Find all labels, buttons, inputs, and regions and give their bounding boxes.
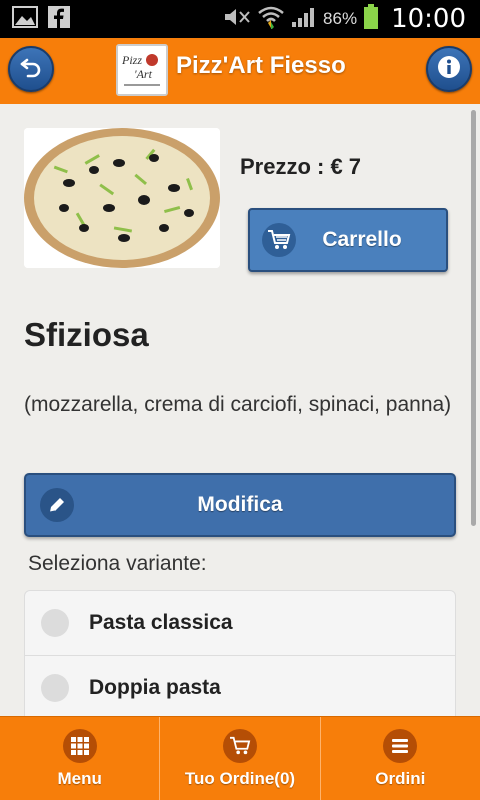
variant-heading: Seleziona variante: (28, 552, 207, 575)
cart-button-label: Carrello (322, 228, 402, 251)
pencil-icon (40, 488, 74, 522)
signal-icon (291, 6, 317, 33)
nav-menu-label: Menu (57, 768, 102, 788)
radio-button[interactable] (41, 674, 69, 702)
list-icon (383, 728, 418, 763)
ingredients-text: (mozzarella, crema di carciofi, spinaci,… (24, 393, 452, 416)
info-button[interactable] (426, 46, 472, 92)
battery-percent: 86% (323, 9, 358, 28)
nav-your-order-label: Tuo Ordine(0) (184, 768, 296, 788)
info-icon (437, 55, 461, 84)
modify-button-label: Modifica (197, 493, 283, 516)
status-bar: 86% 10:00 (0, 0, 480, 38)
grid-icon (62, 728, 97, 763)
facebook-notification-icon (48, 5, 70, 33)
cart-icon (222, 728, 257, 763)
radio-button[interactable] (41, 609, 69, 637)
nav-orders-label: Ordini (375, 768, 426, 788)
clock: 10:00 (391, 4, 466, 34)
app-title: Pizz'Art Fiesso (176, 52, 346, 79)
price-label: Prezzo : € 7 (240, 154, 362, 179)
variant-option-label: Pasta classica (89, 611, 233, 634)
nav-your-order[interactable]: Tuo Ordine(0) (160, 717, 321, 800)
pizza-image (24, 128, 220, 268)
bottom-navigation: Menu Tuo Ordine(0) Ordini (0, 716, 480, 800)
svg-text:'Art: 'Art (134, 67, 153, 81)
battery-icon (363, 3, 379, 35)
variant-list: Pasta classica Doppia pasta (24, 590, 456, 716)
cart-icon (262, 223, 296, 257)
nav-orders[interactable]: Ordini (321, 717, 480, 800)
back-button[interactable] (8, 46, 54, 92)
variant-option[interactable]: Pasta classica (25, 591, 455, 656)
nav-menu[interactable]: Menu (0, 717, 161, 800)
add-to-cart-button[interactable]: Carrello (248, 208, 448, 272)
app-header: Pizz 'Art Pizz'Art Fiesso (0, 38, 480, 104)
product-detail[interactable]: Prezzo : € 7 Carrello Sfiziosa (mozzarel… (0, 104, 480, 716)
gallery-notification-icon (12, 5, 38, 33)
variant-option[interactable]: Doppia pasta (25, 656, 455, 716)
app-logo: Pizz 'Art (116, 44, 168, 96)
modify-button[interactable]: Modifica (24, 473, 456, 537)
variant-option-label: Doppia pasta (89, 676, 221, 699)
svg-text:Pizz: Pizz (121, 53, 142, 67)
product-name: Sfiziosa (24, 316, 149, 353)
back-arrow-icon (19, 55, 43, 84)
wifi-icon (257, 5, 285, 34)
scrollbar[interactable] (471, 110, 476, 526)
mute-icon (221, 6, 251, 33)
